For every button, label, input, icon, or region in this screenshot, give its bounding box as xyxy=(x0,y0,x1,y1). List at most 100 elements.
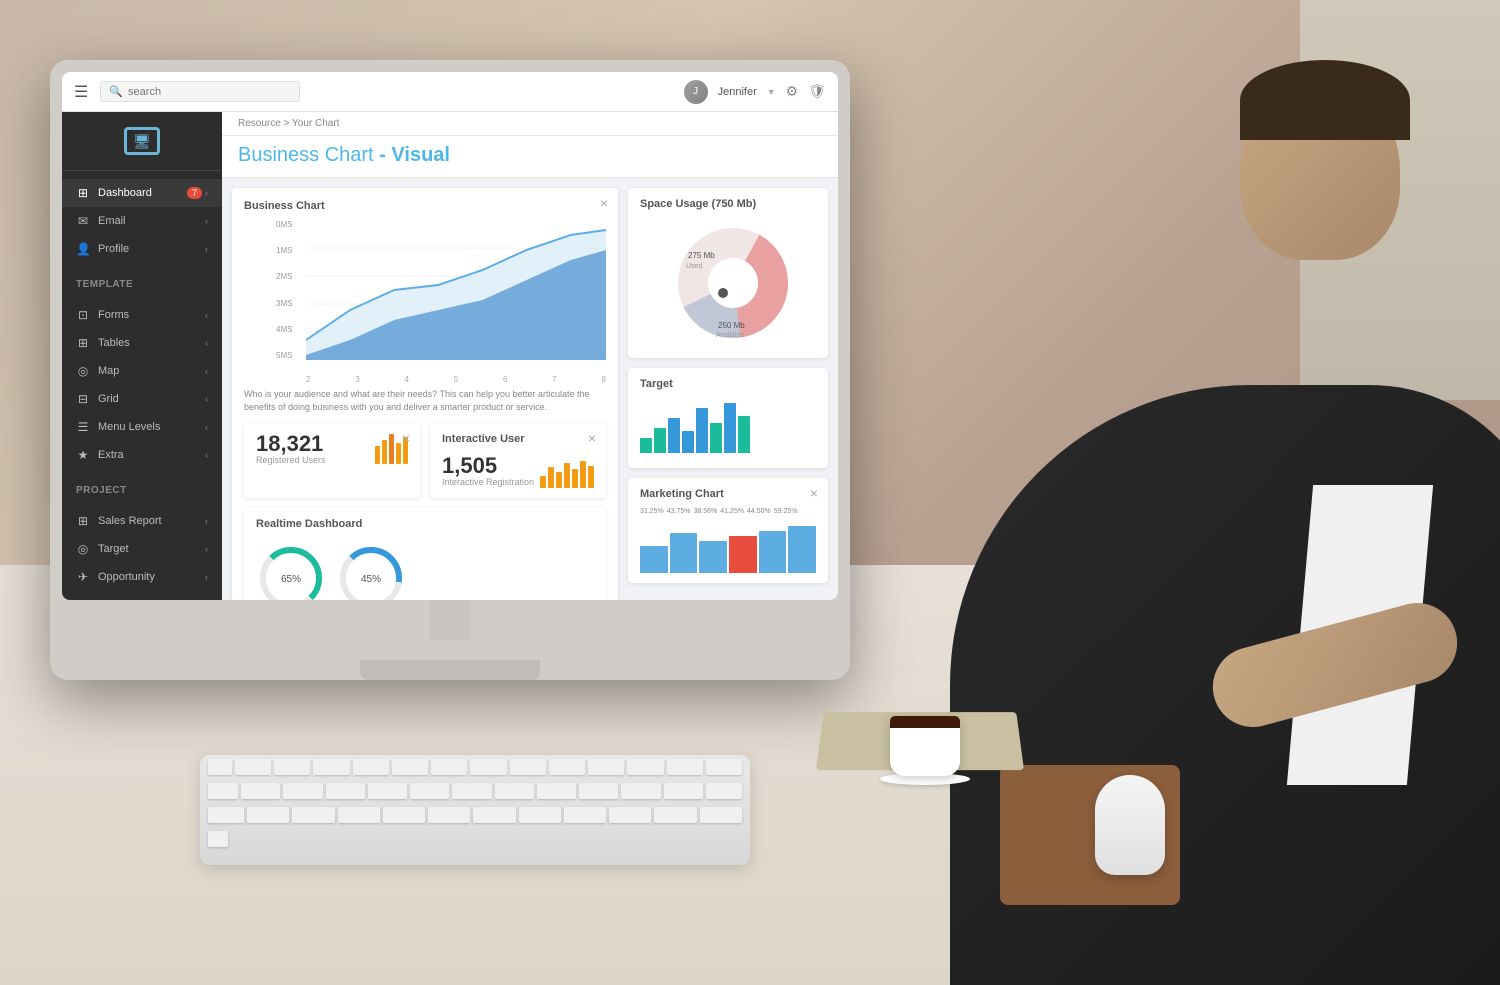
key[interactable] xyxy=(208,831,228,847)
key[interactable] xyxy=(609,807,651,823)
key[interactable] xyxy=(537,783,576,799)
sidebar-item-target[interactable]: ◎ Target ‹ xyxy=(62,535,222,563)
mini-bar-chart xyxy=(540,458,594,488)
sidebar-item-dashboard[interactable]: ⊞ Dashboard 7 ‹ xyxy=(62,179,222,207)
opportunity-icon: ✈ xyxy=(76,570,90,584)
sidebar-item-grid[interactable]: ⊟ Grid ‹ xyxy=(62,385,222,413)
close-button[interactable]: × xyxy=(600,196,608,210)
sidebar-item-profile[interactable]: 👤 Profile ‹ xyxy=(62,235,222,263)
menu-icon[interactable]: ☰ xyxy=(74,82,88,102)
key[interactable] xyxy=(431,759,467,775)
chart-description: Who is your audience and what are their … xyxy=(244,388,606,413)
key[interactable] xyxy=(326,783,365,799)
svg-text:Available: Available xyxy=(716,332,744,338)
stat-value: 18,321 xyxy=(256,433,326,455)
key[interactable] xyxy=(510,759,546,775)
svg-text:45%: 45% xyxy=(361,574,381,585)
monitor: ☰ 🔍 J Jennifer ▼ ⚙ 🛡 xyxy=(50,60,850,680)
key[interactable] xyxy=(495,783,534,799)
gear-icon[interactable]: ⚙ xyxy=(786,83,799,100)
logo-icon: 🖥 xyxy=(124,127,160,155)
key[interactable] xyxy=(208,783,238,799)
monitor-bezel: ☰ 🔍 J Jennifer ▼ ⚙ 🛡 xyxy=(62,72,838,600)
key[interactable] xyxy=(283,783,322,799)
x-axis-labels: 2345678 xyxy=(306,375,606,384)
svg-text:Used: Used xyxy=(686,263,702,270)
close-button[interactable]: × xyxy=(588,431,596,445)
key[interactable] xyxy=(452,783,491,799)
keyboard-row-1 xyxy=(200,755,750,779)
keyboard-row-3 xyxy=(200,803,750,827)
sidebar-item-label: Sales Report xyxy=(98,515,162,527)
key[interactable] xyxy=(473,807,515,823)
key[interactable] xyxy=(588,759,624,775)
sidebar: 🖥 ⊞ Dashboard 7 ‹ ✉ Email xyxy=(62,112,222,600)
donut-container: 275 Mb Used 250 Mb Available xyxy=(640,218,816,348)
key[interactable] xyxy=(706,759,742,775)
sidebar-item-menu-levels[interactable]: ☰ Menu Levels ‹ xyxy=(62,413,222,441)
sidebar-item-tables[interactable]: ⊞ Tables ‹ xyxy=(62,329,222,357)
key[interactable] xyxy=(667,759,703,775)
enter-key[interactable] xyxy=(700,807,742,823)
key[interactable] xyxy=(428,807,470,823)
key[interactable] xyxy=(247,807,289,823)
key[interactable] xyxy=(549,759,585,775)
key[interactable] xyxy=(410,783,449,799)
close-button[interactable]: × xyxy=(810,486,818,500)
sidebar-item-sales-report[interactable]: ⊞ Sales Report ‹ xyxy=(62,507,222,535)
content-area: Resource > Your Chart Business Chart - V… xyxy=(222,112,838,600)
key[interactable] xyxy=(208,759,232,775)
key[interactable] xyxy=(706,783,742,799)
key[interactable] xyxy=(368,783,407,799)
key[interactable] xyxy=(313,759,349,775)
dashboard-icon: ⊞ xyxy=(76,186,90,200)
key[interactable] xyxy=(292,807,334,823)
sidebar-item-extra[interactable]: ★ Extra ‹ xyxy=(62,441,222,469)
y-axis-labels: 5MS4MS3MS2MS1MS0MS xyxy=(276,220,306,360)
search-input[interactable] xyxy=(128,86,291,98)
key[interactable] xyxy=(627,759,663,775)
key[interactable] xyxy=(383,807,425,823)
search-box[interactable]: 🔍 xyxy=(100,81,300,102)
sidebar-section-project: ⊞ Sales Report ‹ ◎ Target ‹ ✈ Opportunit… xyxy=(62,499,222,600)
key[interactable] xyxy=(654,807,696,823)
chevron-icon: ‹ xyxy=(205,366,208,376)
sidebar-item-email[interactable]: ✉ Email ‹ xyxy=(62,207,222,235)
marketing-percent-labels: 31.25%43.75%38.56%41.25%44.50%59.25% xyxy=(640,508,816,515)
donut-chart-svg: 275 Mb Used 250 Mb Available xyxy=(668,228,788,338)
sidebar-item-forms[interactable]: ⊡ Forms ‹ xyxy=(62,301,222,329)
key[interactable] xyxy=(208,807,244,823)
shield-icon[interactable]: 🛡 xyxy=(808,83,826,100)
target-icon: ◎ xyxy=(76,542,90,556)
gauge-svg-2: 45% xyxy=(336,543,406,600)
menu-levels-icon: ☰ xyxy=(76,420,90,434)
key[interactable] xyxy=(392,759,428,775)
sidebar-item-opportunity[interactable]: ✈ Opportunity ‹ xyxy=(62,563,222,591)
keyboard-row-2 xyxy=(200,779,750,803)
key[interactable] xyxy=(235,759,271,775)
interactive-label: Interactive Registration xyxy=(442,477,534,487)
key[interactable] xyxy=(621,783,660,799)
key[interactable] xyxy=(579,783,618,799)
close-button[interactable]: × xyxy=(402,431,410,445)
sidebar-logo: 🖥 xyxy=(62,112,222,171)
space-usage-card: Space Usage (750 Mb) xyxy=(628,188,828,358)
chevron-icon: ‹ xyxy=(205,310,208,320)
realtime-title: Realtime Dashboard xyxy=(256,518,594,530)
key[interactable] xyxy=(519,807,561,823)
small-widget-row: × 18,321 Registered Users xyxy=(244,423,606,498)
key[interactable] xyxy=(338,807,380,823)
monitor-stand xyxy=(360,600,540,680)
sidebar-item-map[interactable]: ◎ Map ‹ xyxy=(62,357,222,385)
sidebar-item-label: Tables xyxy=(98,337,130,349)
key[interactable] xyxy=(274,759,310,775)
sidebar-item-campaigns[interactable]: ◈ Campaigns ‹ xyxy=(62,591,222,600)
forms-icon: ⊡ xyxy=(76,308,90,322)
chevron-icon: ‹ xyxy=(205,338,208,348)
key[interactable] xyxy=(470,759,506,775)
key[interactable] xyxy=(241,783,280,799)
key[interactable] xyxy=(664,783,703,799)
key[interactable] xyxy=(353,759,389,775)
business-chart-title: Business Chart xyxy=(244,200,606,212)
key[interactable] xyxy=(564,807,606,823)
